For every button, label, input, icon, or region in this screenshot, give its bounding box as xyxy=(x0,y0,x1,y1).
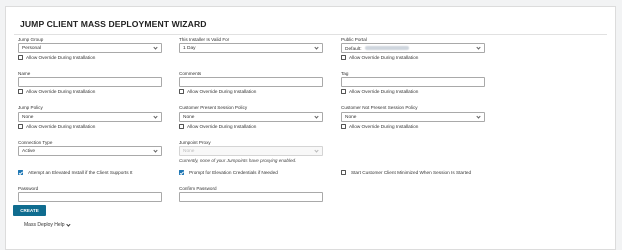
customer-not-present-policy-label: Customer Not Present Session Policy xyxy=(341,105,418,110)
start-minimized-checkbox[interactable] xyxy=(341,170,346,175)
customer-not-present-policy-select[interactable]: None xyxy=(341,112,485,122)
redacted-portal-name xyxy=(364,46,409,50)
elevated-install-checkbox[interactable] xyxy=(18,170,23,175)
chevron-down-icon xyxy=(314,148,319,153)
jump-group-select[interactable]: Personal xyxy=(18,43,162,53)
customer-present-policy-label: Customer Present Session Policy xyxy=(179,105,248,110)
jumppoint-proxy-value: None xyxy=(183,149,195,154)
customer-not-present-override-label: Allow Override During Installation xyxy=(349,124,419,129)
jumppoint-proxy-note: Currently, none of your Jumpoints have p… xyxy=(179,158,297,163)
installer-valid-select[interactable]: 1 Day xyxy=(179,43,323,53)
public-portal-select[interactable]: Default: xyxy=(341,43,485,53)
prompt-elevation-checkbox[interactable] xyxy=(179,170,184,175)
password-input[interactable] xyxy=(18,192,162,202)
name-input[interactable] xyxy=(18,77,162,87)
chevron-down-icon xyxy=(153,45,158,50)
comments-label: Comments xyxy=(179,71,202,76)
connection-type-label: Connection Type xyxy=(18,140,53,145)
customer-present-policy-select[interactable]: None xyxy=(179,112,323,122)
mass-deploy-help-link[interactable]: Mass Deploy Help xyxy=(24,222,65,228)
chevron-down-icon xyxy=(314,114,319,119)
jump-group-override-checkbox[interactable] xyxy=(18,55,23,60)
tag-label: Tag xyxy=(341,71,349,76)
jump-group-label: Jump Group xyxy=(18,37,44,42)
comments-override-checkbox[interactable] xyxy=(179,89,184,94)
tag-override-label: Allow Override During Installation xyxy=(349,89,419,94)
chevron-down-icon xyxy=(476,114,481,119)
password-label: Password xyxy=(18,186,39,191)
create-button[interactable]: CREATE xyxy=(13,205,46,216)
chevron-down-icon xyxy=(153,148,158,153)
installer-valid-label: This Installer Is Valid For xyxy=(179,37,230,42)
comments-input[interactable] xyxy=(179,77,323,87)
installer-valid-value: 1 Day xyxy=(183,46,196,51)
public-portal-override-label: Allow Override During Installation xyxy=(349,55,419,60)
name-label: Name xyxy=(18,71,31,76)
prompt-elevation-label: Prompt for Elevation Credentials if Need… xyxy=(189,170,278,175)
jump-policy-value: None xyxy=(22,115,34,120)
name-override-checkbox[interactable] xyxy=(18,89,23,94)
customer-not-present-policy-value: None xyxy=(345,115,357,120)
chevron-down-icon xyxy=(314,45,319,50)
start-minimized-label: Start Customer Client Minimized When Ses… xyxy=(351,170,472,175)
jumppoint-proxy-label: Jumpoint Proxy xyxy=(179,140,211,145)
title-divider xyxy=(14,34,607,35)
tag-input[interactable] xyxy=(341,77,485,87)
chevron-down-icon xyxy=(476,45,481,50)
jumppoint-proxy-select: None xyxy=(179,146,323,156)
jump-group-override-label: Allow Override During Installation xyxy=(26,55,96,60)
jump-policy-select[interactable]: None xyxy=(18,112,162,122)
name-override-label: Allow Override During Installation xyxy=(26,89,96,94)
jump-policy-override-label: Allow Override During Installation xyxy=(26,124,96,129)
public-portal-label: Public Portal xyxy=(341,37,367,42)
connection-type-select[interactable]: Active xyxy=(18,146,162,156)
customer-present-policy-value: None xyxy=(183,115,195,120)
comments-override-label: Allow Override During Installation xyxy=(187,89,257,94)
page-title: JUMP CLIENT MASS DEPLOYMENT WIZARD xyxy=(20,19,207,29)
elevated-install-label: Attempt an Elevated Install if the Clien… xyxy=(28,170,133,175)
confirm-password-input[interactable] xyxy=(179,192,323,202)
connection-type-value: Active xyxy=(22,149,36,154)
jump-policy-label: Jump Policy xyxy=(18,105,43,110)
tag-override-checkbox[interactable] xyxy=(341,89,346,94)
customer-present-override-label: Allow Override During Installation xyxy=(187,124,257,129)
customer-present-override-checkbox[interactable] xyxy=(179,124,184,129)
chevron-down-icon xyxy=(153,114,158,119)
customer-not-present-override-checkbox[interactable] xyxy=(341,124,346,129)
jump-policy-override-checkbox[interactable] xyxy=(18,124,23,129)
jump-group-value: Personal xyxy=(22,46,41,51)
public-portal-value: Default: xyxy=(345,46,409,52)
confirm-password-label: Confirm Password xyxy=(179,186,217,191)
public-portal-override-checkbox[interactable] xyxy=(341,55,346,60)
